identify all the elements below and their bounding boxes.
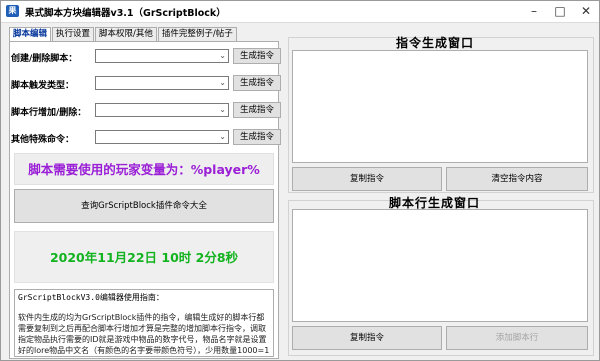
special-command-generate-button[interactable]: 生成指令 [233,129,281,145]
player-variable-banner: 脚本需要使用的玩家变量为：%player% [14,153,274,185]
chevron-down-icon: ⌄ [219,105,226,114]
app-window: 果 果式脚本方块编辑器v3.1（GrScriptBlock） – □ ✕ 脚本编… [0,0,600,361]
title-bar: 果 果式脚本方块编辑器v3.1（GrScriptBlock） – □ ✕ [1,1,599,23]
script-output-area[interactable] [292,209,588,322]
chevron-down-icon: ⌄ [219,132,226,141]
tab-plugin-examples[interactable]: 插件完整例子/帖子 [157,27,237,41]
special-command-select[interactable]: ⌄ [95,130,229,144]
chevron-down-icon: ⌄ [219,78,226,87]
usage-guide-box[interactable]: GrScriptBlockV3.0编辑器使用指南： 软件内生成的均为GrScri… [14,289,274,357]
usage-guide-title: GrScriptBlockV3.0编辑器使用指南： [18,293,164,302]
create-delete-script-label: 创建/删除脚本： [11,54,78,64]
command-window-title: 指令生成窗口 [396,36,475,50]
add-script-line-button[interactable]: 添加脚本行 [446,326,588,350]
tab-script-edit[interactable]: 脚本编辑 [9,27,52,42]
clear-command-button[interactable]: 清空指令内容 [446,167,588,191]
current-datetime: 2020年11月22日 10时 2分8秒 [14,231,274,283]
minimize-button[interactable]: – [521,1,547,22]
line-add-delete-label: 脚本行增加/删除： [11,108,87,118]
close-button[interactable]: ✕ [573,1,599,22]
create-delete-script-select[interactable]: ⌄ [95,49,229,63]
trigger-type-generate-button[interactable]: 生成指令 [233,75,281,91]
chevron-down-icon: ⌄ [219,51,226,60]
query-commands-button[interactable]: 查询GrScriptBlock插件命令大全 [14,189,274,223]
trigger-type-label: 脚本触发类型： [11,81,75,91]
tab-permissions-other[interactable]: 脚本权限/其他 [95,27,157,41]
trigger-type-select[interactable]: ⌄ [95,76,229,90]
maximize-button[interactable]: □ [547,1,573,22]
tab-bar: 脚本编辑 执行设置 脚本权限/其他 插件完整例子/帖子 [9,27,238,42]
line-add-delete-select[interactable]: ⌄ [95,103,229,117]
tab-exec-settings[interactable]: 执行设置 [52,27,95,41]
copy-command-button[interactable]: 复制指令 [292,167,442,191]
window-title: 果式脚本方块编辑器v3.1（GrScriptBlock） [25,8,226,19]
usage-guide-text: 软件内生成的均为GrScriptBlock插件的指令，编辑生成好的脚本行都需要复… [18,313,270,355]
create-delete-generate-button[interactable]: 生成指令 [233,48,281,64]
special-command-label: 其他特殊命令： [11,135,75,145]
line-add-delete-generate-button[interactable]: 生成指令 [233,102,281,118]
app-icon: 果 [6,5,19,17]
command-output-area[interactable] [292,50,588,163]
copy-script-button[interactable]: 复制指令 [292,326,442,350]
